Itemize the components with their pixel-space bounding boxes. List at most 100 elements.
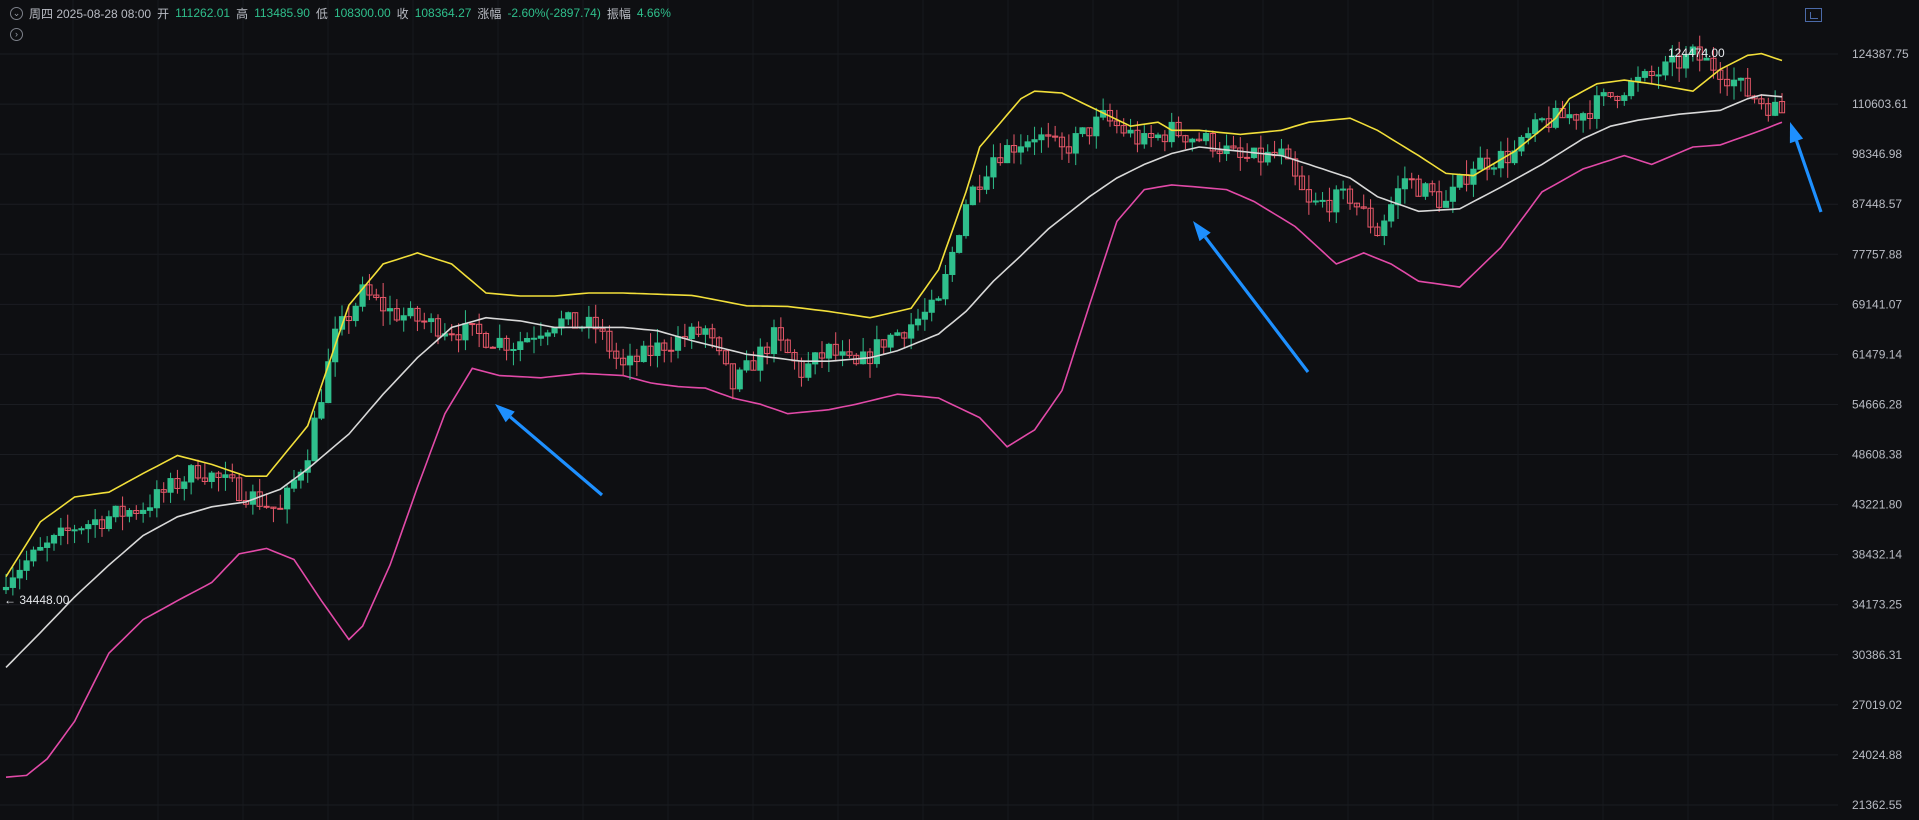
y-tick-label: 61479.14 [1852, 347, 1902, 361]
y-tick-label: 38432.14 [1852, 548, 1902, 562]
grid [0, 0, 1838, 820]
chart-app: 124387.75 110603.61 98346.98 87448.57 77757.… [0, 0, 1919, 820]
candle-body [2, 586, 10, 591]
candle-body [1641, 71, 1648, 78]
annotations: 124474.00 ← 34448.00 [4, 46, 1725, 607]
amplitude-label: 振幅 [606, 6, 631, 21]
candle-body [1566, 114, 1573, 119]
candle-body [983, 176, 990, 190]
candle-body [1628, 80, 1635, 97]
candle-body [1154, 134, 1162, 139]
candle-body [1388, 204, 1395, 222]
candle-body [50, 534, 58, 544]
candle-body [1621, 95, 1628, 101]
candle-body [1449, 186, 1456, 202]
candle-body [16, 569, 23, 579]
middle-band-line [5, 94, 1783, 668]
candle-body [421, 320, 428, 323]
candle-body [208, 472, 215, 482]
close-label: 收 [396, 6, 409, 21]
candle-body [1168, 121, 1175, 143]
indicator-toggle-row: › [10, 24, 23, 42]
candle-body [956, 235, 963, 253]
y-tick-label: 110603.61 [1852, 97, 1908, 111]
candle-body [222, 474, 229, 478]
candle-body [770, 327, 778, 355]
candle-body [1580, 113, 1587, 121]
candle-body [1456, 174, 1463, 188]
candle-body [407, 307, 414, 317]
candle-date: 周四 2025-08-28 08:00 [29, 6, 152, 21]
candle-body [839, 351, 846, 356]
candle-body [23, 560, 30, 571]
candle-body [990, 157, 997, 178]
chevron-right-icon[interactable]: › [10, 28, 23, 41]
candle-body [668, 349, 675, 352]
candle-body [311, 417, 318, 462]
candle-body [1340, 188, 1347, 191]
candle-body [935, 298, 942, 301]
candle-body [1141, 133, 1148, 145]
lower-band-line [5, 121, 1783, 778]
candlestick-chart[interactable]: 124387.75 110603.61 98346.98 87448.57 77757.… [0, 0, 1919, 820]
candle-body [428, 318, 435, 323]
upper-band [5, 52, 1783, 578]
candle-body [1593, 95, 1600, 119]
low-label: 低 [315, 6, 328, 21]
open-label: 开 [157, 6, 170, 21]
candle-body [1772, 101, 1779, 116]
candle-body [530, 337, 538, 340]
y-tick-label: 77757.88 [1852, 247, 1902, 261]
candle-body [386, 308, 394, 312]
candle-body [462, 323, 469, 341]
candle-body [1319, 199, 1326, 202]
candle-body [914, 318, 922, 326]
candle-body [812, 352, 819, 365]
close-value: 108364.27 [414, 6, 472, 20]
candle-body [1655, 74, 1662, 77]
candle-body [1477, 157, 1484, 170]
candle-body [537, 335, 544, 339]
upper-band-line [5, 52, 1783, 578]
candle-body [1525, 133, 1532, 138]
chevron-down-icon[interactable]: ⌄ [10, 6, 23, 20]
candle-body [469, 323, 476, 326]
candle-body [585, 316, 592, 328]
candle-body [1470, 168, 1477, 185]
candle-body [37, 546, 44, 551]
candle-body [757, 346, 764, 371]
ohlc-info-bar: ⌄ 周四 2025-08-28 08:00 开 111262.01 高 1134… [10, 4, 671, 22]
candle-body [565, 312, 572, 320]
candle-body [105, 516, 112, 529]
candle-body [942, 273, 949, 300]
candle-body [146, 507, 154, 511]
candle-body [1662, 61, 1669, 76]
candle-body [263, 505, 270, 508]
candle-body [112, 505, 119, 518]
arrow-annotation [1193, 221, 1310, 373]
arrow-annotation [1789, 122, 1823, 213]
candle-body [181, 481, 188, 489]
candle-body [318, 402, 325, 419]
candle-body [736, 369, 743, 390]
candle-body [702, 328, 709, 335]
candle-body [908, 324, 915, 339]
candle-body [688, 326, 695, 340]
candle-body [188, 465, 195, 483]
candle-body [873, 339, 880, 365]
candle-body [57, 527, 64, 536]
middle-band [5, 94, 1783, 668]
candle-body [71, 529, 78, 532]
all-time-high-label: 124474.00 [1668, 46, 1725, 60]
candle-body [1538, 118, 1546, 121]
price-axis[interactable]: 124387.75 110603.61 98346.98 87448.57 77757.… [1852, 47, 1909, 812]
candle-body [1532, 119, 1539, 135]
candle-body [1490, 167, 1498, 170]
candle-body [1038, 134, 1045, 141]
candle-body [510, 348, 517, 351]
y-tick-label: 87448.57 [1852, 197, 1902, 211]
candle-body [489, 346, 496, 349]
fullscreen-icon[interactable] [1805, 8, 1822, 22]
candle-body [949, 251, 956, 275]
change-label: 涨幅 [477, 6, 502, 21]
